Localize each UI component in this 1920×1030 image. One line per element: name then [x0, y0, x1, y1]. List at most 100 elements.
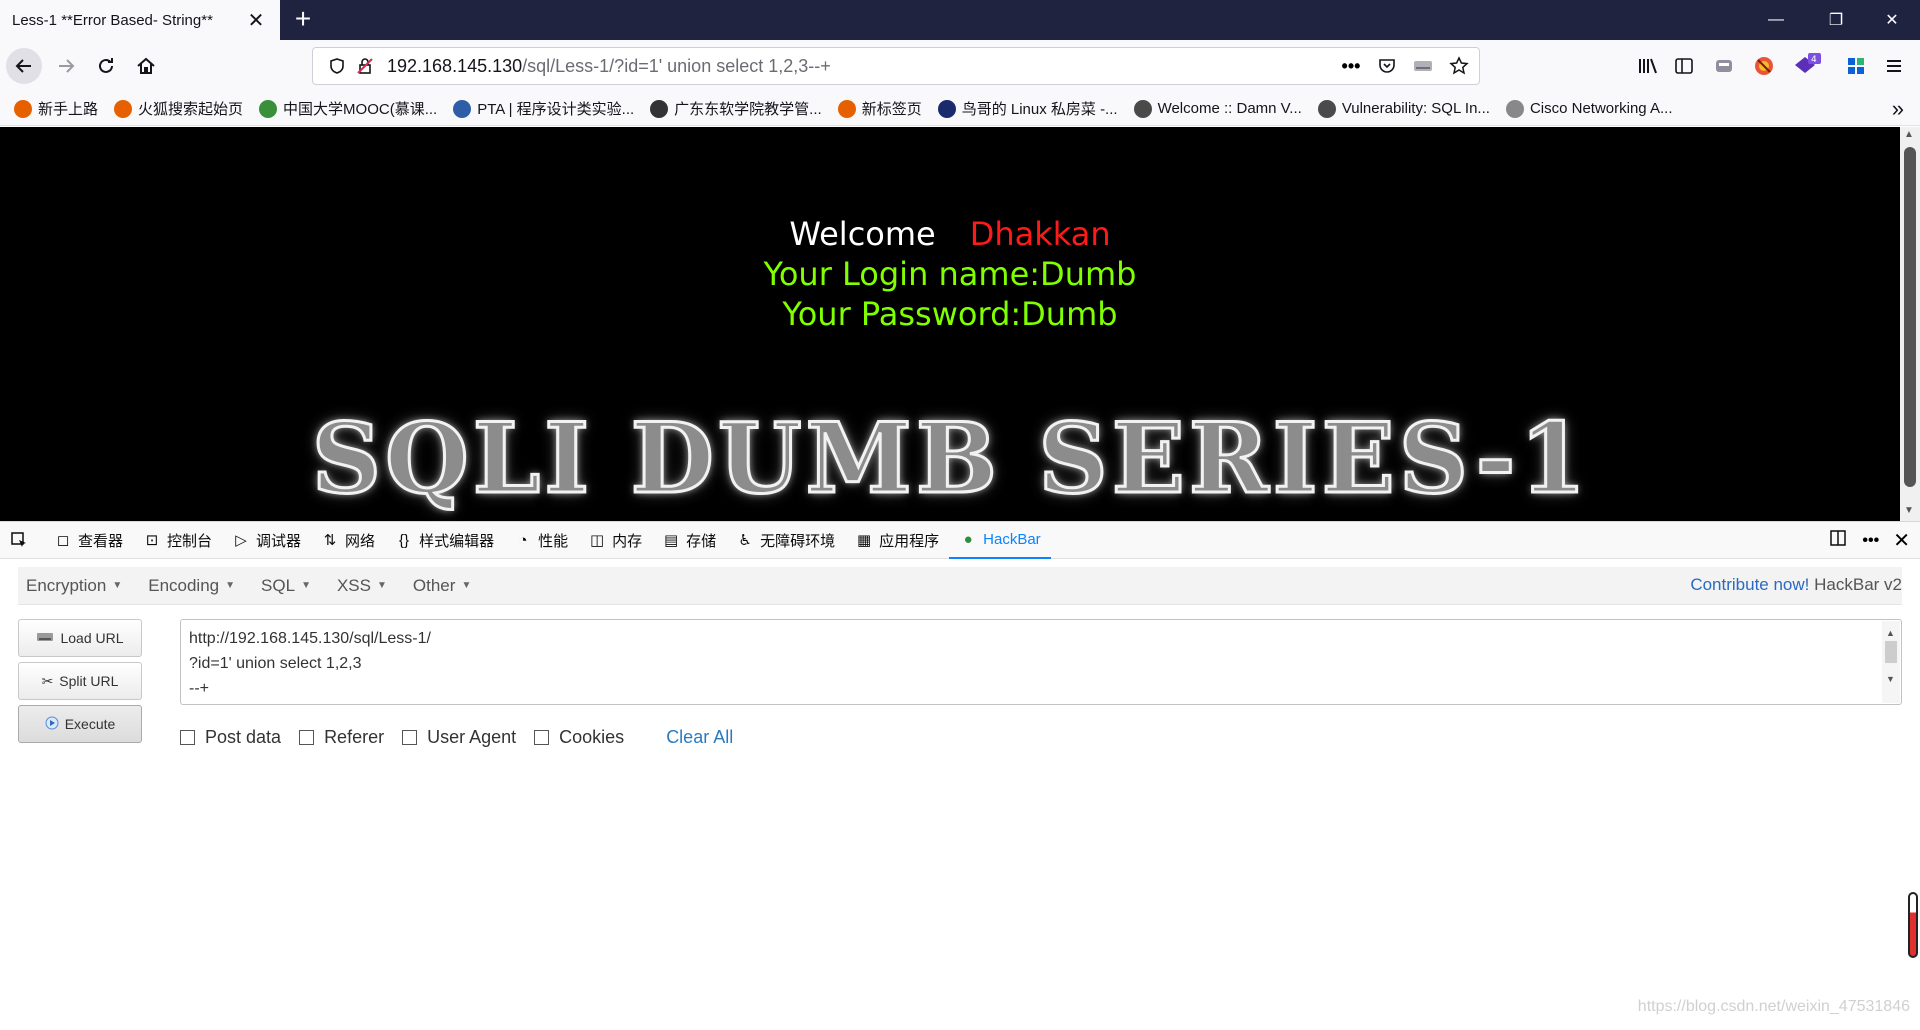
cookies-label: Cookies [559, 727, 625, 747]
devtools-tab-storage[interactable]: ▤ 存储 [652, 522, 726, 558]
post-data-checkbox[interactable]: Post data [180, 727, 281, 748]
picker-icon [10, 531, 28, 549]
back-button[interactable] [6, 48, 42, 84]
checkbox-box[interactable] [299, 730, 315, 745]
textarea-scroll-thumb[interactable] [1885, 641, 1897, 663]
application-icon: ▦ [857, 532, 872, 549]
tab-close-icon[interactable]: ✕ [244, 8, 268, 33]
textarea-scrollbar[interactable]: ▲ ▼ [1882, 621, 1900, 703]
split-url-button[interactable]: ✂ Split URL [18, 662, 142, 700]
hackbar-menu-xss[interactable]: XSS ▼ [337, 576, 387, 596]
library-icon[interactable] [1632, 50, 1664, 82]
watermark: https://blog.csdn.net/weixin_47531846 [1637, 998, 1910, 1015]
url-text[interactable]: 192.168.145.130/sql/Less-1/?id=1' union … [387, 56, 831, 77]
devtools-more-icon[interactable]: ••• [1862, 532, 1879, 550]
cookies-checkbox[interactable]: Cookies [534, 727, 624, 748]
bookmark-item[interactable]: 鸟哥的 Linux 私房菜 -... [937, 98, 1118, 119]
bookmark-item[interactable]: 新标签页 [837, 98, 922, 119]
dock-icon[interactable] [1828, 528, 1848, 553]
bookmark-item[interactable]: 火狐搜索起始页 [114, 98, 243, 119]
execute-button[interactable]: Execute [18, 705, 142, 743]
insecure-lock-icon[interactable] [351, 52, 379, 80]
devtools-tab-console[interactable]: ⊡ 控制台 [133, 522, 222, 558]
contribute-link[interactable]: Contribute now! [1690, 575, 1809, 594]
bookmark-label: Vulnerability: SQL In... [1341, 100, 1490, 117]
checkbox-box[interactable] [180, 730, 195, 745]
hackbar-menu-encoding[interactable]: Encoding ▼ [148, 576, 235, 596]
devtools-tab-label: 网络 [345, 532, 376, 550]
window-close-icon[interactable]: ✕ [1864, 0, 1920, 40]
devtools-tab-hackbar[interactable]: ● HackBar [949, 521, 1051, 559]
scissors-icon: ✂ [41, 672, 54, 689]
reload-button[interactable] [88, 48, 124, 84]
load-url-button[interactable]: Load URL [18, 619, 142, 657]
hackbar-menu-sql[interactable]: SQL ▼ [261, 576, 311, 596]
clear-all-link[interactable]: Clear All [666, 727, 733, 748]
caret-down-icon: ▼ [461, 580, 472, 591]
scroll-up-icon[interactable]: ▲ [1904, 129, 1914, 140]
devtools-tab-performance[interactable]: ◔ 性能 [504, 522, 578, 558]
bookmark-item[interactable]: PTA | 程序设计类实验... [453, 98, 634, 119]
forward-button[interactable] [48, 48, 84, 84]
page-vertical-scrollbar[interactable]: ▲ ▼ [1900, 127, 1920, 521]
element-picker-button[interactable] [0, 522, 44, 558]
adblock-extension-icon[interactable] [1748, 50, 1780, 82]
home-button[interactable] [128, 48, 164, 84]
bookmark-item[interactable]: Welcome :: Damn V... [1133, 99, 1302, 118]
bookmark-item[interactable]: Cisco Networking A... [1505, 99, 1673, 118]
bookmark-favicon-icon [1133, 99, 1152, 118]
hackbar-menu-label: Encoding [148, 575, 220, 595]
devtools-tab-memory[interactable]: ◫ 内存 [578, 522, 652, 558]
devtools-tab-inspector[interactable]: ◻ 查看器 [44, 522, 133, 558]
welcome-text: Welcome [789, 215, 936, 253]
hackbar-menu-encryption[interactable]: Encryption ▼ [26, 576, 122, 596]
browser-tab[interactable]: Less-1 **Error Based- String** ✕ [0, 0, 280, 40]
bookmark-item[interactable]: 广东东软学院教学管... [650, 98, 822, 119]
hamburger-menu-icon[interactable] [1878, 50, 1910, 82]
scrollbar-thumb[interactable] [1904, 147, 1916, 487]
url-bar-actions: ••• [1337, 52, 1473, 80]
page-actions-icon[interactable]: ••• [1337, 52, 1365, 80]
shield-icon[interactable] [323, 52, 351, 80]
scroll-down-icon[interactable]: ▼ [1904, 505, 1914, 516]
devtools-tab-style-editor[interactable]: {} 样式编辑器 [385, 522, 504, 558]
devtools-tab-application[interactable]: ▦ 应用程序 [845, 522, 949, 558]
extension-badge-icon[interactable]: 4 [1790, 50, 1822, 82]
bookmark-star-icon[interactable] [1445, 52, 1473, 80]
bookmark-label: 中国大学MOOC(慕课... [283, 101, 438, 118]
devtools-tab-accessibility[interactable]: ♿ 无障碍环境 [726, 522, 845, 558]
password-line: Your Password:Dumb [782, 295, 1118, 333]
caret-down-icon: ▼ [301, 580, 311, 591]
ta-scroll-down-icon[interactable]: ▼ [1886, 667, 1895, 692]
bookmarks-overflow-icon[interactable]: » [1892, 96, 1904, 122]
extensions-icon[interactable] [1840, 50, 1872, 82]
url-bar[interactable]: 192.168.145.130/sql/Less-1/?id=1' union … [312, 47, 1480, 85]
url-textarea[interactable]: http://192.168.145.130/sql/Less-1/ ?id=1… [180, 619, 1902, 705]
minimize-icon[interactable]: — [1748, 0, 1804, 40]
referer-checkbox[interactable]: Referer [299, 727, 384, 748]
accessibility-icon: ♿ [738, 532, 752, 549]
containers-icon[interactable] [1708, 50, 1740, 82]
bookmark-label: 新标签页 [861, 101, 922, 118]
bookmark-item[interactable]: Vulnerability: SQL In... [1317, 99, 1490, 118]
hackbar-menu-other[interactable]: Other ▼ [413, 576, 471, 596]
bookmark-label: 新手上路 [38, 101, 99, 118]
devtools-tab-list: ◻ 查看器 ⊡ 控制台 ▷ 调试器 ⇅ 网络 {} 样式编辑器 ◔ 性能 ◫ 内存 ▤ 存储 ♿ 无障碍环境 ▦ 应用… [44, 521, 1051, 559]
devtools-close-icon[interactable]: ✕ [1893, 528, 1910, 553]
pocket-icon[interactable] [1373, 52, 1401, 80]
devtools-tab-debugger[interactable]: ▷ 调试器 [222, 522, 311, 558]
drive-icon[interactable] [1409, 52, 1437, 80]
web-page-content: Welcome Dhakkan Your Login name:Dumb Your… [0, 127, 1900, 521]
checkbox-box[interactable] [402, 730, 418, 745]
bookmark-item[interactable]: 中国大学MOOC(慕课... [259, 98, 437, 119]
hackbar-menu-label: XSS [336, 575, 371, 595]
new-tab-icon[interactable]: + [286, 4, 320, 36]
checkbox-box[interactable] [534, 730, 550, 745]
user-agent-checkbox[interactable]: User Agent [402, 727, 516, 748]
bookmark-item[interactable]: 新手上路 [14, 98, 98, 119]
sidebar-icon[interactable] [1668, 50, 1700, 82]
restore-icon[interactable]: ❐ [1808, 0, 1864, 40]
devtools-tab-network[interactable]: ⇅ 网络 [311, 522, 385, 558]
tab-title: Less-1 **Error Based- String** [12, 11, 213, 29]
hackbar-contribute: Contribute now! HackBar v2 [1690, 575, 1902, 595]
